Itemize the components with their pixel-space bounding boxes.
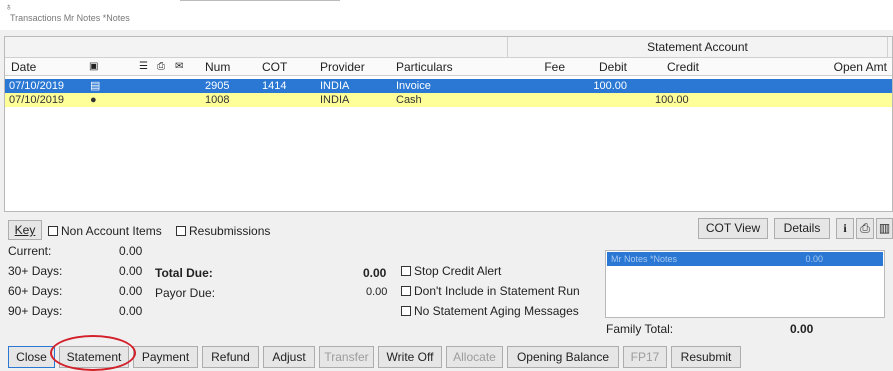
payor-due-label: Payor Due: bbox=[155, 286, 216, 300]
export-icon[interactable]: ▥ bbox=[876, 218, 893, 239]
table-row[interactable]: 07/10/2019 ● 1008 INDIA Cash 100.00 bbox=[5, 93, 892, 107]
transactions-grid[interactable]: Statement Account Date ▣ ☰ ⎙ ✉ Num COT P… bbox=[4, 36, 893, 212]
resubmissions-label: Resubmissions bbox=[189, 224, 271, 238]
no-aging-checkbox[interactable]: No Statement Aging Messages bbox=[401, 304, 579, 318]
cell-num: 1008 bbox=[205, 94, 230, 106]
cell-date: 07/10/2019 bbox=[9, 94, 65, 106]
attachment-icon: ▤ bbox=[90, 80, 101, 92]
dont-include-checkbox[interactable]: Don't Include in Statement Run bbox=[401, 284, 580, 298]
family-member-name: Mr Notes *Notes bbox=[611, 254, 678, 264]
details-button[interactable]: Details bbox=[774, 218, 830, 239]
non-account-items-checkbox[interactable]: Non Account Items bbox=[48, 224, 162, 238]
family-member-amount: 0.00 bbox=[805, 254, 823, 264]
aging-summary: Current: 0.00 30+ Days: 0.00 60+ Days: 0… bbox=[0, 242, 600, 326]
opening-balance-button[interactable]: Opening Balance bbox=[507, 346, 619, 368]
printer-icon[interactable]: ⎙ bbox=[157, 58, 165, 76]
cell-provider: INDIA bbox=[320, 94, 350, 106]
resubmit-button[interactable]: Resubmit bbox=[671, 346, 741, 368]
stop-credit-alert-label: Stop Credit Alert bbox=[414, 264, 502, 278]
cell-particulars: Cash bbox=[396, 94, 422, 106]
action-bar: Close Statement Payment Refund Adjust Tr… bbox=[0, 344, 893, 371]
payor-due-value: 0.00 bbox=[366, 286, 388, 298]
key-button[interactable]: Key bbox=[8, 220, 42, 240]
non-account-items-label: Non Account Items bbox=[61, 224, 162, 238]
statement-button[interactable]: Statement bbox=[59, 346, 129, 368]
family-total-label: Family Total: bbox=[606, 322, 674, 336]
dont-include-label: Don't Include in Statement Run bbox=[414, 284, 580, 298]
table-row[interactable]: 07/10/2019 ▤ 2905 1414 INDIA Invoice 100… bbox=[5, 79, 892, 93]
printer-icon[interactable]: ⎙ bbox=[856, 218, 874, 239]
col-open-amt[interactable]: Open Amt bbox=[805, 58, 887, 76]
cell-fee bbox=[525, 93, 565, 107]
email-icon[interactable]: ✉ bbox=[175, 58, 183, 76]
title-bar: ♁ Transactions Mr Notes *Notes bbox=[0, 0, 893, 30]
cell-debit: 100.00 bbox=[593, 80, 627, 92]
write-off-button[interactable]: Write Off bbox=[378, 346, 442, 368]
cot-view-button[interactable]: COT View bbox=[698, 218, 768, 239]
col-debit[interactable]: Debit bbox=[585, 58, 627, 76]
family-total-row: Family Total: 0.00 bbox=[605, 322, 885, 338]
cell-num: 2905 bbox=[205, 80, 230, 92]
days30-label: 30+ Days: bbox=[8, 264, 63, 278]
no-aging-label: No Statement Aging Messages bbox=[414, 304, 579, 318]
cell-debit bbox=[573, 93, 627, 107]
list-item[interactable]: Mr Notes *Notes 0.00 bbox=[607, 252, 883, 266]
grid-header-row: Date ▣ ☰ ⎙ ✉ Num COT Provider Particular… bbox=[5, 58, 892, 76]
info-icon[interactable]: i bbox=[836, 218, 854, 239]
cell-fee bbox=[525, 79, 565, 93]
col-credit[interactable]: Credit bbox=[667, 58, 699, 76]
total-due-value: 0.00 bbox=[363, 266, 387, 280]
transfer-button[interactable]: Transfer bbox=[319, 346, 374, 368]
stop-credit-alert-checkbox[interactable]: Stop Credit Alert bbox=[401, 264, 501, 278]
days30-value: 0.00 bbox=[119, 264, 143, 278]
cell-credit: 100.00 bbox=[655, 94, 689, 106]
days60-label: 60+ Days: bbox=[8, 284, 63, 298]
fp17-button[interactable]: FP17 bbox=[623, 346, 667, 368]
col-num[interactable]: Num bbox=[205, 58, 230, 76]
checkbox-icon bbox=[401, 286, 411, 296]
col-date[interactable]: Date bbox=[11, 58, 36, 76]
adjust-button[interactable]: Adjust bbox=[263, 346, 315, 368]
checkbox-icon bbox=[401, 266, 411, 276]
menu-strip bbox=[180, 0, 340, 3]
family-total-value: 0.00 bbox=[790, 322, 814, 336]
days60-value: 0.00 bbox=[119, 284, 143, 298]
coin-icon: ● bbox=[90, 94, 97, 106]
col-fee[interactable]: Fee bbox=[525, 58, 565, 76]
bank-icon[interactable]: ☰ bbox=[139, 58, 148, 76]
payment-button[interactable]: Payment bbox=[133, 346, 198, 368]
checkbox-icon bbox=[48, 226, 58, 236]
current-value: 0.00 bbox=[119, 244, 143, 258]
checkbox-icon bbox=[176, 226, 186, 236]
app-icon: ♁ bbox=[5, 2, 13, 13]
total-due-label: Total Due: bbox=[155, 266, 213, 280]
refund-button[interactable]: Refund bbox=[202, 346, 259, 368]
checkbox-icon bbox=[401, 306, 411, 316]
window-title: Transactions Mr Notes *Notes bbox=[10, 13, 130, 23]
col-cot[interactable]: COT bbox=[262, 58, 287, 76]
close-button[interactable]: Close bbox=[8, 346, 55, 368]
options-bar: Key Non Account Items Resubmissions COT … bbox=[4, 216, 893, 240]
statement-account-header: Statement Account bbox=[507, 37, 888, 58]
cell-cot: 1414 bbox=[262, 80, 287, 92]
col-particulars[interactable]: Particulars bbox=[396, 58, 453, 76]
col-provider[interactable]: Provider bbox=[320, 58, 365, 76]
cell-provider: INDIA bbox=[320, 80, 350, 92]
allocate-button[interactable]: Allocate bbox=[446, 346, 503, 368]
resubmissions-checkbox[interactable]: Resubmissions bbox=[176, 224, 270, 238]
days90-value: 0.00 bbox=[119, 304, 143, 318]
cell-date: 07/10/2019 bbox=[9, 80, 65, 92]
current-label: Current: bbox=[8, 244, 52, 258]
document-icon[interactable]: ▣ bbox=[89, 58, 98, 76]
grid-group-band: Statement Account bbox=[5, 37, 892, 58]
family-list[interactable]: Mr Notes *Notes 0.00 bbox=[605, 250, 885, 318]
cell-particulars: Invoice bbox=[396, 80, 431, 92]
days90-label: 90+ Days: bbox=[8, 304, 63, 318]
